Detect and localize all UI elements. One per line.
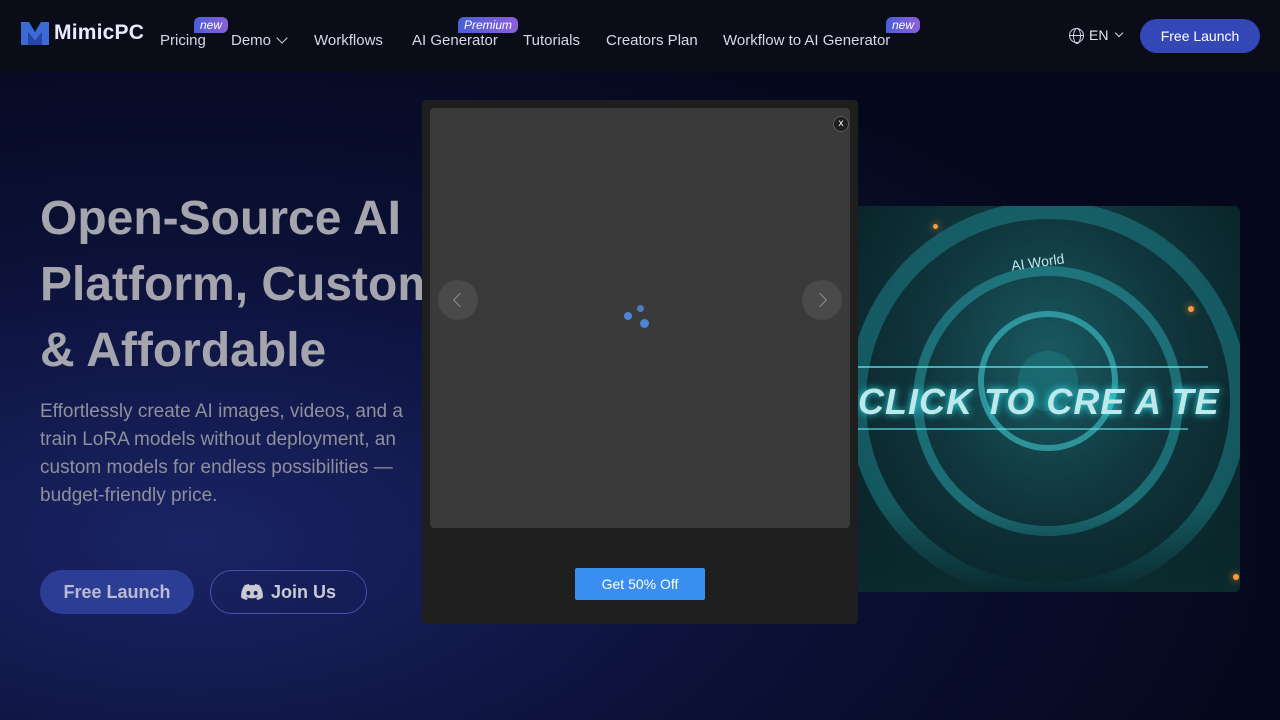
nav-item-demo[interactable]: Demo <box>231 32 288 49</box>
badge-new: new <box>194 17 229 33</box>
badge-new: new <box>886 17 921 33</box>
hero-free-launch-button[interactable]: Free Launch <box>40 570 194 614</box>
ember-spark <box>1188 306 1194 312</box>
top-navigation: MimicPC Pricing new Demo Workflows AI Ge… <box>0 0 1280 72</box>
hero-title-line: Open-Source AI <box>40 192 401 245</box>
ember-spark <box>1233 574 1239 580</box>
modal-media-viewer: x <box>430 108 850 528</box>
nav-item-workflows[interactable]: Workflows <box>314 32 383 49</box>
discord-icon <box>241 584 263 600</box>
light-beam <box>858 428 1188 430</box>
nav-item-workflow-to-ai-generator[interactable]: Workflow to AI Generator <box>723 32 890 49</box>
page: MimicPC Pricing new Demo Workflows AI Ge… <box>0 0 1280 720</box>
hero-description-line: budget-friendly price. <box>40 485 218 506</box>
language-selector[interactable]: EN <box>1069 27 1124 44</box>
globe-icon <box>1069 27 1084 44</box>
hero-title: Open-Source AI Platform, Custom & Afford… <box>40 186 460 384</box>
promo-modal: x Get 50% Off <box>422 100 858 624</box>
next-slide-button[interactable] <box>802 280 842 320</box>
chevron-down-icon <box>1115 28 1124 38</box>
hero-description: Effortlessly create AI images, videos, a… <box>40 398 430 510</box>
hero-description-line: custom models for endless possibilities … <box>40 457 393 478</box>
loading-spinner-icon <box>622 304 652 334</box>
nav-item-creators-plan[interactable]: Creators Plan <box>606 32 698 49</box>
nav-item-demo-label: Demo <box>231 32 272 49</box>
nav-free-launch-button[interactable]: Free Launch <box>1140 19 1260 53</box>
previous-slide-button[interactable] <box>438 280 478 320</box>
hero-description-line: Effortlessly create AI images, videos, a… <box>40 401 403 422</box>
hero-title-line: & Affordable <box>40 324 327 377</box>
brand-name: MimicPC <box>54 21 145 44</box>
chevron-right-icon <box>812 292 828 308</box>
ember-spark <box>933 224 938 229</box>
join-us-button[interactable]: Join Us <box>210 570 367 614</box>
nav-item-tutorials[interactable]: Tutorials <box>523 32 580 49</box>
hero-image[interactable]: AI World CLICK TO CRE A TE <box>858 206 1240 592</box>
brand-logo[interactable]: MimicPC <box>20 20 144 46</box>
floor-shadow <box>858 506 1240 592</box>
hero-image-headline: CLICK TO CRE A TE <box>858 381 1220 422</box>
chevron-left-icon <box>452 292 468 308</box>
get-discount-button[interactable]: Get 50% Off <box>575 568 705 600</box>
badge-premium: Premium <box>458 17 519 33</box>
nav-item-pricing[interactable]: Pricing <box>160 32 206 49</box>
light-beam <box>858 366 1208 368</box>
nav-item-ai-generator[interactable]: AI Generator <box>412 32 498 49</box>
join-us-label: Join Us <box>270 581 336 602</box>
hero-description-line: train LoRA models without deployment, an <box>40 429 396 450</box>
mimicpc-logo-icon <box>21 22 49 45</box>
modal-close-button[interactable]: x <box>833 116 849 132</box>
hero-title-line: Platform, Custom <box>40 258 441 311</box>
language-label: EN <box>1089 27 1109 43</box>
chevron-down-icon <box>276 32 288 44</box>
